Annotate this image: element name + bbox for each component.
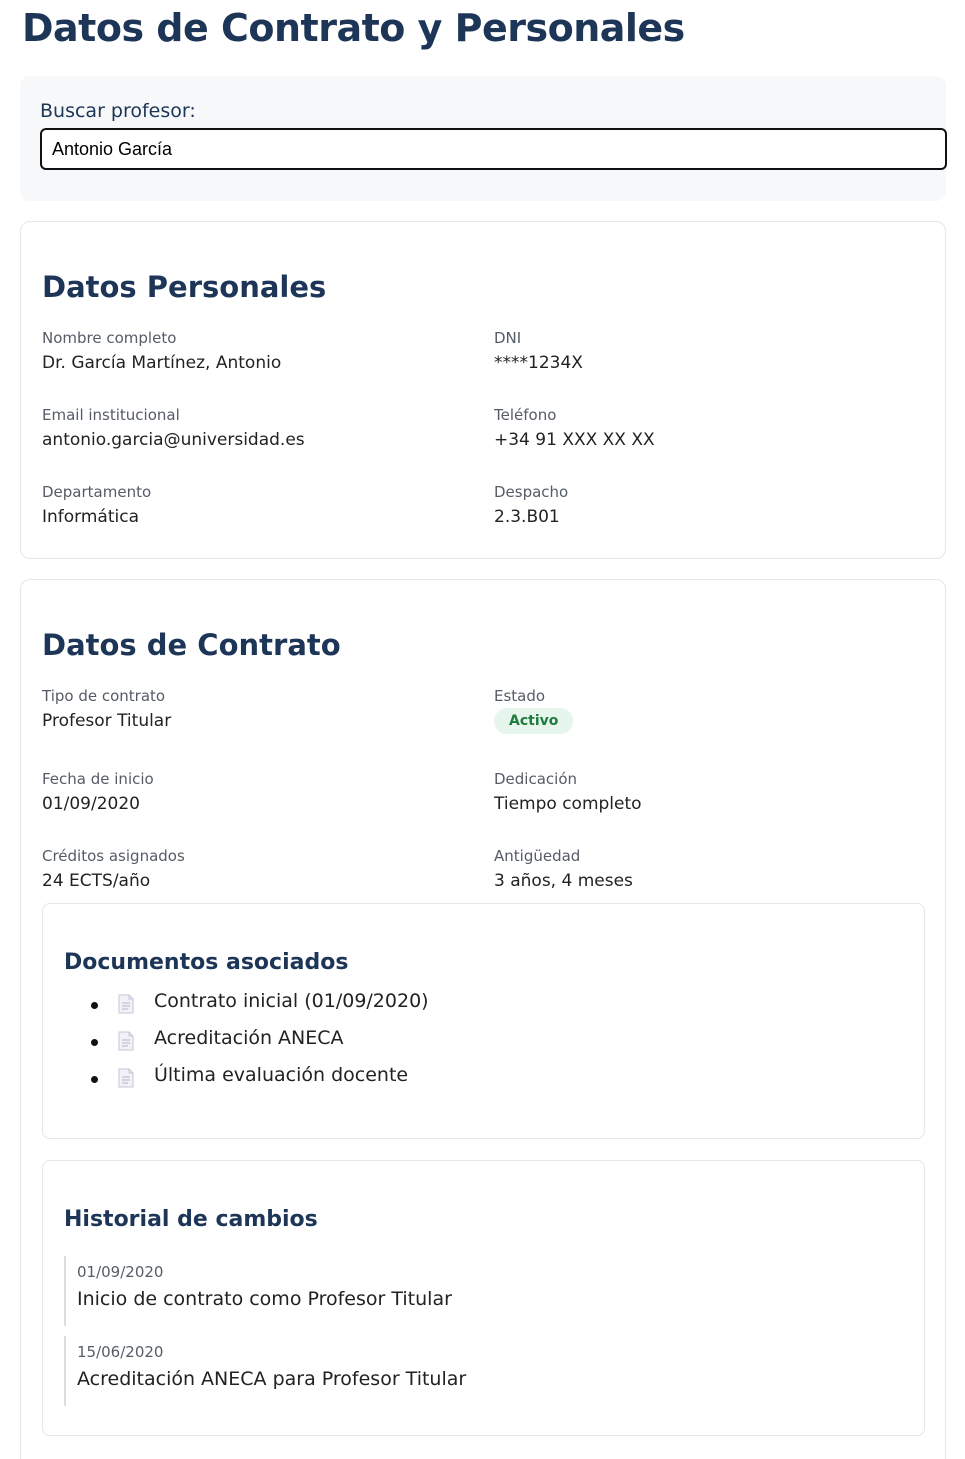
history-panel: Historial de cambios 01/09/2020 Inicio d… — [42, 1160, 925, 1436]
status-badge: Activo — [494, 708, 574, 734]
document-icon — [118, 1031, 134, 1051]
field-label: Tipo de contrato — [42, 687, 166, 705]
field-value: Dr. García Martínez, Antonio — [42, 353, 282, 373]
field-nombre: Nombre completo Dr. García Martínez, Ant… — [42, 328, 462, 376]
field-fecha-inicio: Fecha de inicio 01/09/2020 — [42, 769, 462, 817]
field-telefono: Teléfono +34 91 XXX XX XX — [494, 405, 914, 453]
history-text: Acreditación ANECA para Profesor Titular — [77, 1368, 467, 1390]
search-panel: Buscar profesor: — [20, 76, 947, 201]
bullet — [91, 1076, 98, 1083]
field-value: 2.3.B01 — [494, 507, 560, 527]
bullet — [91, 1002, 98, 1009]
field-label: Departamento — [42, 483, 152, 501]
field-value: antonio.garcia@universidad.es — [42, 430, 305, 450]
personal-data-card: Datos Personales Nombre completo Dr. Gar… — [20, 221, 946, 559]
history-entry: 01/09/2020 Inicio de contrato como Profe… — [64, 1256, 764, 1326]
history-entry: 15/06/2020 Acreditación ANECA para Profe… — [64, 1336, 764, 1406]
field-despacho: Despacho 2.3.B01 — [494, 482, 914, 530]
field-label: Dedicación — [494, 770, 578, 788]
field-label: Fecha de inicio — [42, 770, 154, 788]
search-label: Buscar profesor: — [40, 100, 196, 122]
document-label: Acreditación ANECA — [154, 1027, 344, 1049]
contract-data-card: Datos de Contrato Tipo de contrato Profe… — [20, 579, 946, 1459]
field-email: Email institucional antonio.garcia@unive… — [42, 405, 462, 453]
document-label: Contrato inicial (01/09/2020) — [154, 990, 429, 1012]
field-estado: Estado Activo — [494, 686, 914, 734]
search-input[interactable] — [40, 128, 947, 170]
history-title: Historial de cambios — [64, 1207, 318, 1232]
field-dni: DNI ****1234X — [494, 328, 914, 376]
bullet — [91, 1039, 98, 1046]
field-value: 3 años, 4 meses — [494, 871, 633, 891]
field-label: Teléfono — [494, 406, 557, 424]
field-value: 24 ECTS/año — [42, 871, 151, 891]
document-icon — [118, 1068, 134, 1088]
page-title: Datos de Contrato y Personales — [22, 6, 685, 50]
field-value: 01/09/2020 — [42, 794, 140, 814]
field-label: Antigüedad — [494, 847, 581, 865]
page: Datos de Contrato y Personales Buscar pr… — [0, 0, 965, 1459]
field-tipo-contrato: Tipo de contrato Profesor Titular — [42, 686, 462, 734]
field-value: Profesor Titular — [42, 711, 172, 731]
field-value: Tiempo completo — [494, 794, 642, 814]
field-dedicacion: Dedicación Tiempo completo — [494, 769, 914, 817]
field-label: Despacho — [494, 483, 569, 501]
field-label: Estado — [494, 687, 546, 705]
field-value: ****1234X — [494, 353, 583, 373]
document-label: Última evaluación docente — [154, 1064, 409, 1086]
field-antiguedad: Antigüedad 3 años, 4 meses — [494, 846, 914, 894]
field-value: Informática — [42, 507, 139, 527]
history-date: 01/09/2020 — [77, 1263, 164, 1281]
document-icon — [118, 994, 134, 1014]
field-label: Email institucional — [42, 406, 180, 424]
field-label: DNI — [494, 329, 522, 347]
history-date: 15/06/2020 — [77, 1343, 164, 1361]
field-creditos: Créditos asignados 24 ECTS/año — [42, 846, 462, 894]
personal-data-title: Datos Personales — [42, 270, 327, 304]
documents-panel: Documentos asociados Contrato inicial (0… — [42, 903, 925, 1139]
field-label: Nombre completo — [42, 329, 177, 347]
field-departamento: Departamento Informática — [42, 482, 462, 530]
field-value: +34 91 XXX XX XX — [494, 430, 655, 450]
contract-data-title: Datos de Contrato — [42, 628, 341, 662]
field-label: Créditos asignados — [42, 847, 185, 865]
history-text: Inicio de contrato como Profesor Titular — [77, 1288, 452, 1310]
documents-title: Documentos asociados — [64, 950, 349, 975]
